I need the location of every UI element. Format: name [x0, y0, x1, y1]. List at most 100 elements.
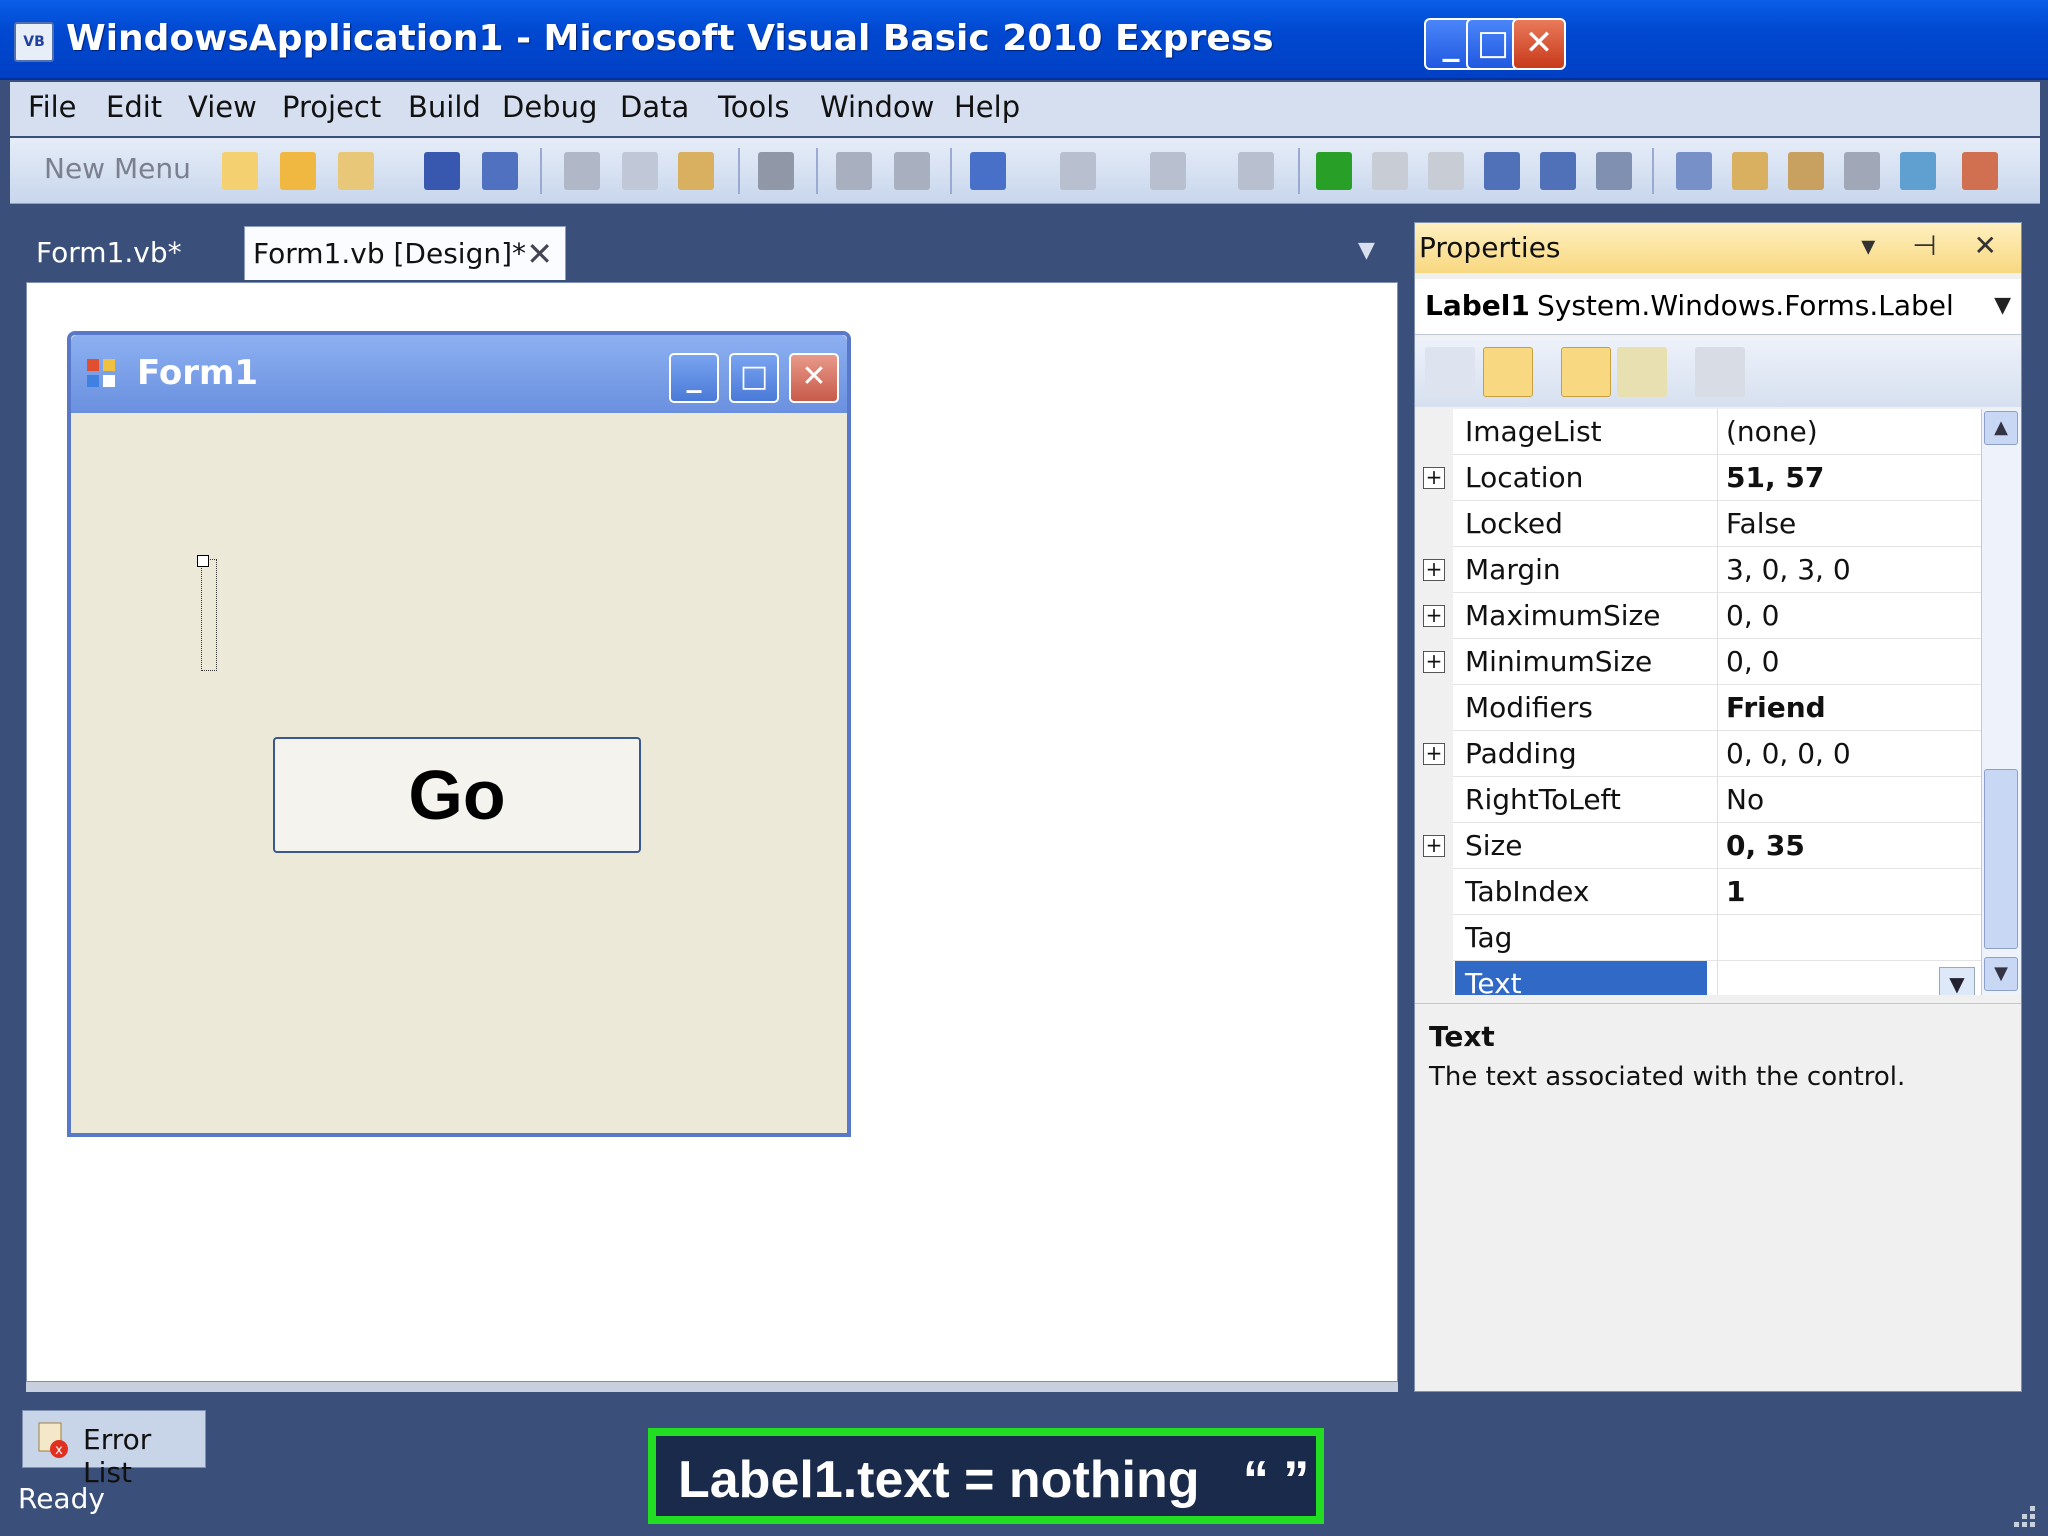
scroll-up-icon[interactable]: ▲ — [1984, 411, 2018, 445]
property-row-imagelist[interactable]: ImageList (none) — [1415, 409, 1981, 455]
property-value[interactable]: 0, 35 — [1717, 823, 1981, 869]
toolbox-icon[interactable] — [1844, 152, 1880, 190]
close-button[interactable]: ✕ — [1512, 18, 1566, 70]
comment-icon[interactable] — [836, 152, 872, 190]
solution-explorer-icon[interactable] — [1676, 152, 1712, 190]
object-selector[interactable]: Label1 System.Windows.Forms.Label ▼ — [1415, 279, 2021, 335]
form-close-button[interactable]: ✕ — [789, 353, 839, 403]
property-row-tabindex[interactable]: TabIndex 1 — [1415, 869, 1981, 915]
menu-edit[interactable]: Edit — [106, 90, 162, 124]
property-row-text[interactable]: Text ▼ — [1415, 961, 1981, 995]
step-out-icon[interactable] — [1596, 152, 1632, 190]
start-page-icon[interactable] — [1900, 152, 1936, 190]
resize-grip-icon[interactable] — [2000, 1492, 2040, 1532]
expand-plus-icon[interactable]: + — [1423, 835, 1445, 857]
properties-header[interactable]: Properties ▾ ⊣ ✕ — [1415, 223, 2021, 273]
property-pages-icon[interactable] — [1695, 347, 1745, 397]
property-value[interactable]: 0, 0, 0, 0 — [1717, 731, 1981, 777]
property-value[interactable]: 1 — [1717, 869, 1981, 915]
expand-plus-icon[interactable]: + — [1423, 743, 1445, 765]
expand-plus-icon[interactable]: + — [1423, 651, 1445, 673]
property-row-size[interactable]: + Size 0, 35 — [1415, 823, 1981, 869]
redo-icon[interactable] — [1060, 152, 1096, 190]
menu-view[interactable]: View — [188, 90, 257, 124]
property-row-locked[interactable]: Locked False — [1415, 501, 1981, 547]
panel-controls-icon[interactable]: ▾ ⊣ ✕ — [1861, 229, 2011, 262]
save-all-icon[interactable] — [482, 152, 518, 190]
menu-data[interactable]: Data — [620, 90, 689, 124]
new-project-icon[interactable] — [222, 152, 258, 190]
step-into-icon[interactable] — [1484, 152, 1520, 190]
chevron-down-icon[interactable]: ▼ — [1994, 293, 2011, 318]
copy-icon[interactable] — [622, 152, 658, 190]
start-debugging-icon[interactable] — [1316, 152, 1352, 190]
paste-icon[interactable] — [678, 152, 714, 190]
error-list-tab[interactable]: x Error List — [22, 1410, 206, 1489]
form1-title-bar[interactable]: Form1 _ □ ✕ — [71, 335, 847, 413]
scroll-thumb[interactable] — [1984, 769, 2018, 949]
menu-project[interactable]: Project — [282, 90, 381, 124]
title-bar[interactable]: VB WindowsApplication1 - Microsoft Visua… — [0, 0, 2048, 80]
property-value[interactable]: ▼ — [1717, 961, 1981, 995]
vb-app-icon[interactable]: VB — [14, 22, 54, 62]
expand-plus-icon[interactable]: + — [1423, 467, 1445, 489]
form-maximize-button[interactable]: □ — [729, 353, 779, 403]
cut-icon[interactable] — [564, 152, 600, 190]
property-row-padding[interactable]: + Padding 0, 0, 0, 0 — [1415, 731, 1981, 777]
property-value[interactable]: Friend — [1717, 685, 1981, 731]
navigate-forward-icon[interactable] — [1238, 152, 1274, 190]
property-row-tag[interactable]: Tag — [1415, 915, 1981, 961]
properties-view-icon[interactable] — [1561, 347, 1611, 397]
form-minimize-button[interactable]: _ — [669, 353, 719, 403]
property-row-maximumsize[interactable]: + MaximumSize 0, 0 — [1415, 593, 1981, 639]
property-row-modifiers[interactable]: Modifiers Friend — [1415, 685, 1981, 731]
property-grid-scrollbar[interactable]: ▲ ▼ — [1981, 409, 2021, 995]
error-list-toolbar-icon[interactable] — [1962, 152, 1998, 190]
menu-build[interactable]: Build — [408, 90, 481, 124]
property-row-margin[interactable]: + Margin 3, 0, 3, 0 — [1415, 547, 1981, 593]
find-icon[interactable] — [758, 152, 794, 190]
property-value[interactable]: 0, 0 — [1717, 639, 1981, 685]
navigate-backward-icon[interactable] — [1150, 152, 1186, 190]
menu-help[interactable]: Help — [954, 90, 1020, 124]
tab-form1-design[interactable]: Form1.vb [Design]* ✕ — [244, 226, 566, 280]
label1-control[interactable] — [197, 555, 217, 671]
scroll-down-icon[interactable]: ▼ — [1984, 957, 2018, 991]
undo-icon[interactable] — [970, 152, 1006, 190]
active-files-dropdown-icon[interactable]: ▼ — [1358, 238, 1375, 263]
new-menu-dropdown[interactable]: New Menu — [44, 152, 191, 185]
object-browser-icon[interactable] — [1788, 152, 1824, 190]
text-dropdown-icon[interactable]: ▼ — [1939, 967, 1975, 995]
property-value[interactable]: No — [1717, 777, 1981, 823]
alphabetical-icon[interactable] — [1483, 347, 1533, 397]
categorized-icon[interactable] — [1425, 347, 1475, 397]
designer-horizontal-scrollbar[interactable] — [26, 1382, 1398, 1392]
events-lightning-icon[interactable] — [1617, 347, 1667, 397]
go-button[interactable]: Go — [273, 737, 641, 853]
save-icon[interactable] — [424, 152, 460, 190]
step-over-icon[interactable] — [1540, 152, 1576, 190]
pause-icon[interactable] — [1372, 152, 1408, 190]
form-designer-surface[interactable]: Form1 _ □ ✕ Go — [26, 282, 1398, 1382]
uncomment-icon[interactable] — [894, 152, 930, 190]
form1-window[interactable]: Form1 _ □ ✕ Go — [67, 331, 851, 1137]
menu-tools[interactable]: Tools — [718, 90, 789, 124]
tab-form1-code[interactable]: Form1.vb* — [22, 228, 242, 278]
property-row-minimumsize[interactable]: + MinimumSize 0, 0 — [1415, 639, 1981, 685]
expand-plus-icon[interactable]: + — [1423, 605, 1445, 627]
add-item-icon[interactable] — [338, 152, 374, 190]
expand-plus-icon[interactable]: + — [1423, 559, 1445, 581]
property-value[interactable] — [1717, 915, 1981, 961]
close-tab-icon[interactable]: ✕ — [526, 235, 553, 273]
property-row-location[interactable]: + Location 51, 57 — [1415, 455, 1981, 501]
property-value[interactable]: 0, 0 — [1717, 593, 1981, 639]
menu-window[interactable]: Window — [820, 90, 934, 124]
open-file-icon[interactable] — [280, 152, 316, 190]
property-row-righttoleft[interactable]: RightToLeft No — [1415, 777, 1981, 823]
property-value[interactable]: 51, 57 — [1717, 455, 1981, 501]
resize-handle[interactable] — [197, 555, 209, 567]
menu-debug[interactable]: Debug — [502, 90, 597, 124]
property-value[interactable]: 3, 0, 3, 0 — [1717, 547, 1981, 593]
property-value[interactable]: (none) — [1717, 409, 1981, 455]
properties-window-icon[interactable] — [1732, 152, 1768, 190]
